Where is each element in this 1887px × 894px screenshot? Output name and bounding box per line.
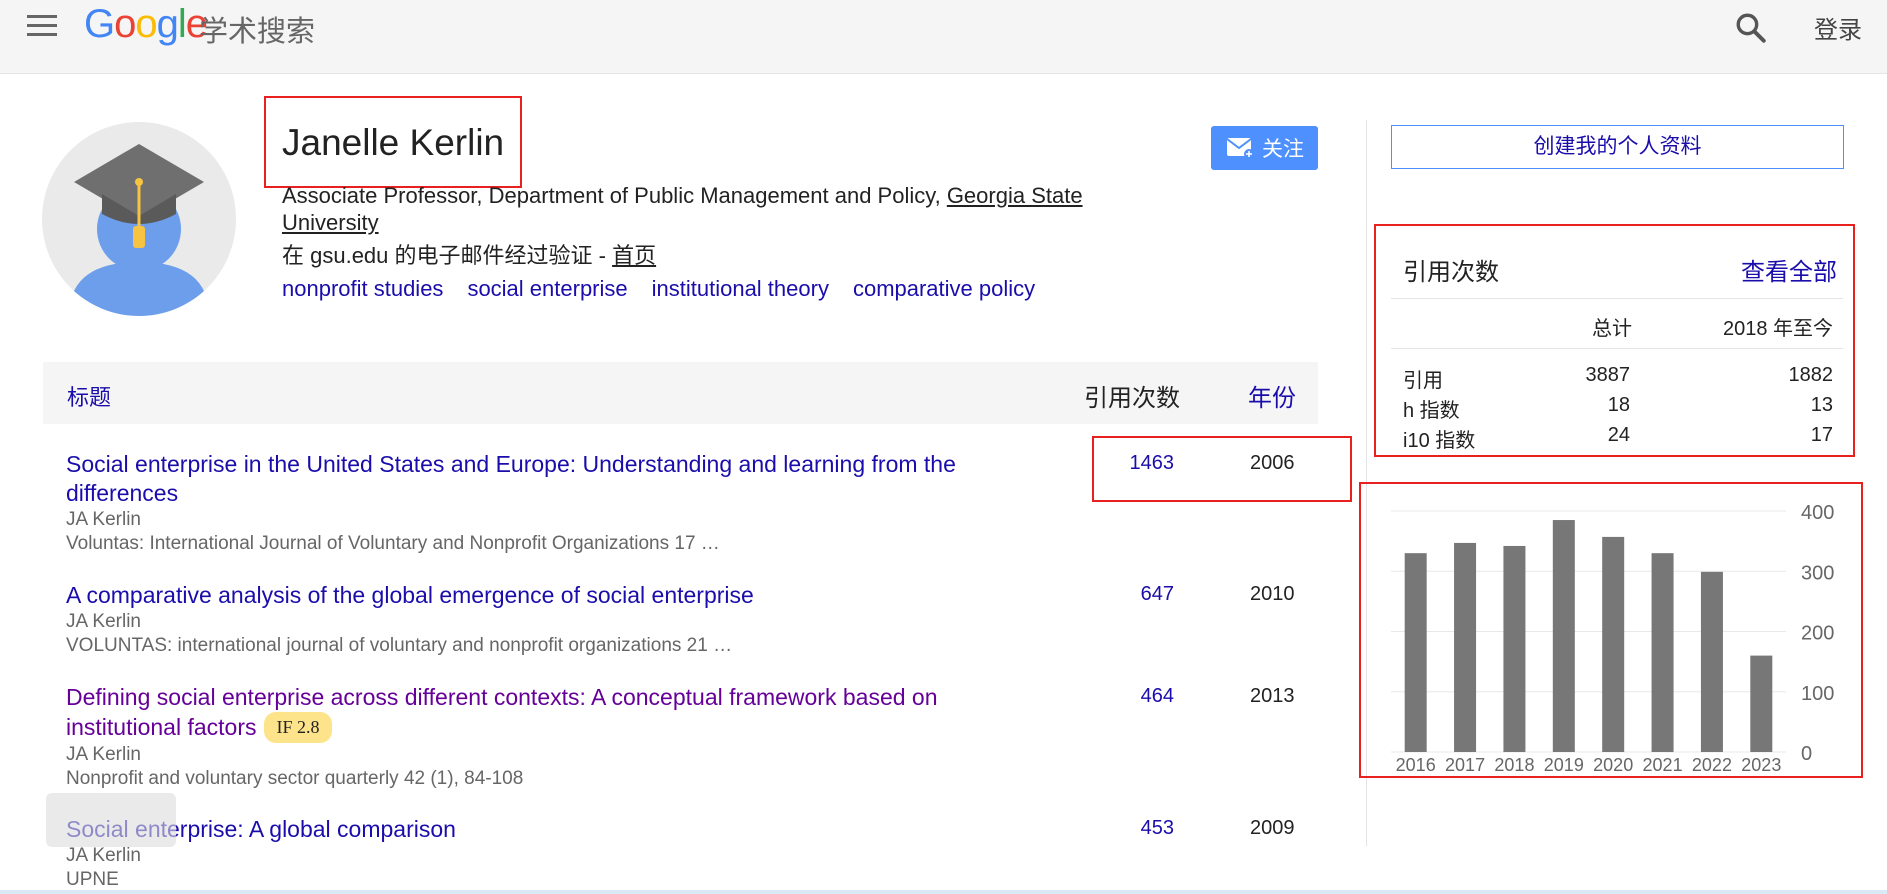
article-title-link[interactable]: Defining social enterprise across differ… — [66, 683, 1016, 743]
article-venue: Nonprofit and voluntary sector quarterly… — [66, 768, 524, 789]
chart-bar[interactable] — [1454, 542, 1477, 752]
article-title-link[interactable]: Social enterprise: A global comparison — [66, 815, 1016, 844]
citation-highlight-box — [1092, 436, 1352, 502]
citation-count-link[interactable]: 647 — [1114, 583, 1174, 606]
table-row: Social enterprise: A global comparison J… — [66, 815, 1316, 892]
chart-bar[interactable] — [1552, 520, 1575, 752]
article-venue: Voluntas: International Journal of Volun… — [66, 533, 720, 554]
mail-plus-icon — [1226, 138, 1254, 159]
verified-text: 在 gsu.edu 的电子邮件经过验证 - — [282, 243, 613, 268]
stats-row: 引用 3887 1882 — [1403, 364, 1833, 392]
interest-link[interactable]: nonprofit studies — [282, 276, 443, 302]
login-link[interactable]: 登录 — [1814, 10, 1862, 45]
stats-since: 13 — [1810, 394, 1833, 416]
chart-bar[interactable] — [1651, 553, 1674, 752]
x-tick-label: 2023 — [1741, 755, 1781, 775]
citation-count-link[interactable]: 464 — [1114, 685, 1174, 708]
avatar — [42, 122, 236, 316]
article-authors: JA Kerlin — [66, 611, 141, 632]
table-row: A comparative analysis of the global eme… — [66, 581, 1316, 658]
sort-by-year[interactable]: 年份 — [1248, 378, 1296, 413]
follow-label: 关注 — [1262, 138, 1304, 161]
x-tick-label: 2019 — [1544, 755, 1584, 775]
citation-count-link[interactable]: 453 — [1114, 817, 1174, 840]
affiliation: Associate Professor, Department of Publi… — [282, 182, 1142, 236]
article-title-link[interactable]: A comparative analysis of the global eme… — [66, 581, 1016, 610]
articles-table-header: 标题 引用次数 年份 — [43, 362, 1318, 424]
x-tick-label: 2021 — [1643, 755, 1683, 775]
y-tick-label: 300 — [1801, 562, 1834, 584]
scholar-label: 学术搜索 — [199, 16, 316, 48]
graduate-avatar-icon — [69, 144, 209, 316]
y-tick-label: 100 — [1801, 683, 1834, 705]
article-authors: JA Kerlin — [66, 845, 141, 866]
bottom-edge — [0, 890, 1887, 894]
article-year: 2010 — [1250, 583, 1295, 605]
sort-by-title[interactable]: 标题 — [67, 380, 111, 412]
x-tick-label: 2017 — [1445, 755, 1485, 775]
google-logo[interactable]: Google — [84, 2, 208, 47]
affiliation-text: Associate Professor, Department of Publi… — [282, 183, 947, 208]
chart-bar[interactable] — [1404, 553, 1427, 752]
interest-link[interactable]: institutional theory — [652, 276, 829, 302]
top-bar: Google 学术搜索 登录 — [0, 0, 1887, 74]
stats-row: h 指数 18 13 — [1403, 394, 1833, 422]
profile-name: Janelle Kerlin — [282, 122, 505, 163]
impact-factor-badge: IF 2.8 — [264, 712, 332, 743]
interest-link[interactable]: social enterprise — [467, 276, 627, 302]
article-venue: UPNE — [66, 869, 119, 890]
divider — [1391, 298, 1843, 299]
x-tick-label: 2022 — [1692, 755, 1732, 775]
col-total-header: 总计 — [1592, 318, 1632, 340]
stats-total: 3887 — [1585, 364, 1631, 386]
email-verified: 在 gsu.edu 的电子邮件经过验证 - 首页 — [282, 238, 656, 270]
article-year: 2013 — [1250, 685, 1295, 707]
chart-bar[interactable] — [1700, 571, 1723, 752]
stats-since: 1882 — [1788, 364, 1834, 386]
chart-bar[interactable] — [1750, 655, 1773, 752]
citations-bar-chart: 0 100 200 300 400 2016 2017 2018 2019 2020 2021 202… — [1391, 502, 1834, 775]
stats-label: i10 指数 — [1403, 430, 1476, 452]
create-profile-button[interactable]: 创建我的个人资料 — [1391, 125, 1844, 169]
homepage-link[interactable]: 首页 — [612, 243, 656, 268]
follow-button[interactable]: 关注 — [1211, 126, 1318, 170]
search-icon[interactable] — [1734, 11, 1768, 45]
article-year: 2009 — [1250, 817, 1295, 839]
cited-by-header: 引用次数 — [1084, 385, 1180, 412]
overlay-widget — [46, 793, 176, 847]
article-authors: JA Kerlin — [66, 744, 141, 765]
menu-icon[interactable] — [25, 13, 59, 39]
stats-since: 17 — [1810, 424, 1833, 446]
x-tick-label: 2018 — [1494, 755, 1534, 775]
citations-title: 引用次数 — [1403, 259, 1499, 286]
x-tick-label: 2016 — [1396, 755, 1436, 775]
article-title-text: Defining social enterprise across differ… — [66, 684, 938, 740]
y-tick-label: 0 — [1801, 743, 1812, 765]
interest-link[interactable]: comparative policy — [853, 276, 1035, 302]
col-since-header: 2018 年至今 — [1723, 318, 1834, 340]
divider — [1391, 348, 1843, 349]
chart-bar[interactable] — [1602, 536, 1625, 752]
x-tick-label: 2020 — [1593, 755, 1633, 775]
stats-label: h 指数 — [1403, 400, 1460, 422]
stats-label: 引用 — [1403, 370, 1443, 392]
stats-row: i10 指数 24 17 — [1403, 424, 1833, 452]
stats-total: 18 — [1607, 394, 1630, 416]
table-row: Defining social enterprise across differ… — [66, 683, 1316, 791]
stats-total: 24 — [1607, 424, 1630, 446]
chart-bar[interactable] — [1503, 545, 1526, 752]
view-all-link[interactable]: 查看全部 — [1741, 252, 1837, 287]
article-authors: JA Kerlin — [66, 509, 141, 530]
research-interests: nonprofit studies social enterprise inst… — [282, 276, 1035, 302]
article-venue: VOLUNTAS: international journal of volun… — [66, 635, 733, 656]
y-tick-label: 400 — [1801, 502, 1834, 524]
y-tick-label: 200 — [1801, 623, 1834, 645]
article-title-link[interactable]: Social enterprise in the United States a… — [66, 450, 1016, 508]
